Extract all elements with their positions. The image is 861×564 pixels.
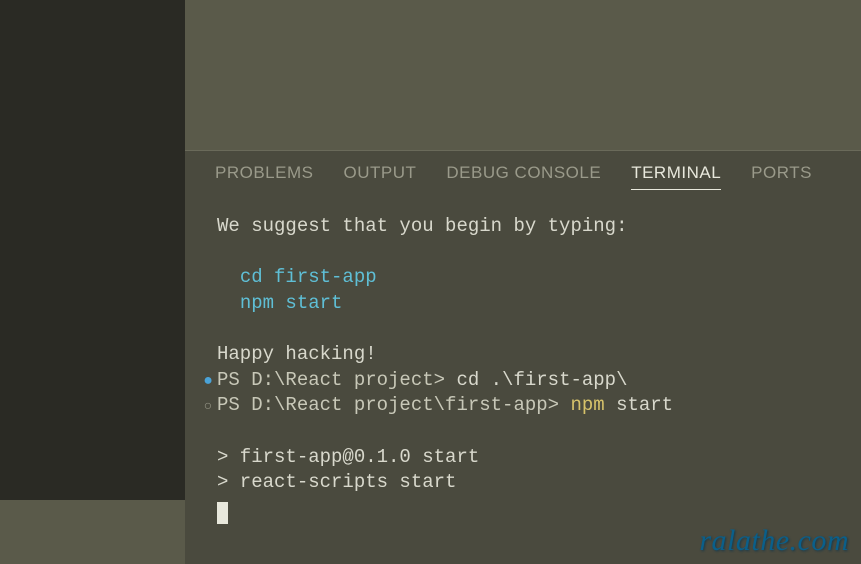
suggest-text: We suggest that you begin by typing: xyxy=(217,215,627,237)
sidebar xyxy=(0,0,185,500)
happy-text: Happy hacking! xyxy=(217,343,377,365)
bullet-filled-icon: ● xyxy=(199,371,217,393)
tab-debug-console[interactable]: DEBUG CONSOLE xyxy=(446,163,601,190)
bullet-open-icon: ○ xyxy=(199,398,217,417)
tab-problems[interactable]: PROBLEMS xyxy=(215,163,313,190)
npm-hint: npm start xyxy=(240,292,343,314)
tab-output[interactable]: OUTPUT xyxy=(343,163,416,190)
cd-hint: cd first-app xyxy=(240,266,377,288)
bottom-panel: PROBLEMS OUTPUT DEBUG CONSOLE TERMINAL P… xyxy=(185,150,861,564)
editor-area xyxy=(185,0,861,150)
cmd-2-start: start xyxy=(616,394,673,416)
watermark: ralathe.com xyxy=(699,524,849,558)
script-out-2: > react-scripts start xyxy=(217,471,456,493)
cmd-1: cd .\first-app\ xyxy=(456,369,627,391)
terminal-cursor xyxy=(217,502,228,524)
panel-tabs: PROBLEMS OUTPUT DEBUG CONSOLE TERMINAL P… xyxy=(185,151,861,198)
tab-ports[interactable]: PORTS xyxy=(751,163,812,190)
cmd-2-npm: npm xyxy=(570,394,616,416)
prompt-2: PS D:\React project\first-app> xyxy=(217,394,570,416)
prompt-1: PS D:\React project> xyxy=(217,369,456,391)
tab-terminal[interactable]: TERMINAL xyxy=(631,163,721,190)
terminal-output[interactable]: We suggest that you begin by typing: cd … xyxy=(185,198,861,524)
script-out-1: > first-app@0.1.0 start xyxy=(217,446,479,468)
